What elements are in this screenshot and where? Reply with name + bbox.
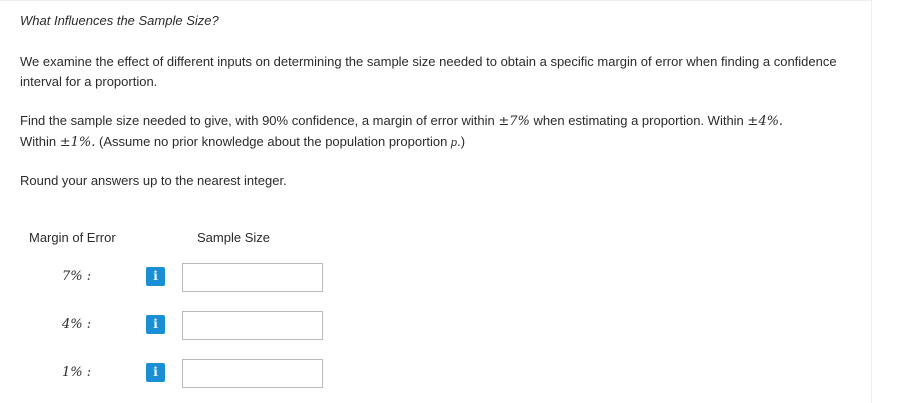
question-panel: What Influences the Sample Size? We exam… (0, 0, 872, 403)
instruction-text-5: .) (457, 134, 466, 149)
sample-size-input-4-percent[interactable] (182, 311, 323, 340)
instruction-text-4: (Assume no prior knowledge about the pop… (95, 134, 451, 149)
intro-paragraph: We examine the effect of different input… (20, 54, 837, 89)
sample-size-input-1-percent[interactable] (182, 359, 323, 388)
margin-value-3: 1%. (70, 135, 96, 150)
rounding-note: Round your answers up to the nearest int… (20, 173, 287, 188)
plus-minus-symbol: ± (498, 114, 510, 129)
row-label-4-percent: 4% : (62, 317, 92, 332)
margin-value-2: 4%. (758, 114, 784, 129)
info-icon[interactable]: i (146, 267, 165, 286)
row-label-1-percent: 1% : (62, 365, 92, 380)
info-icon[interactable]: i (146, 363, 165, 382)
instruction-text-2: when estimating a proportion. Within (529, 113, 748, 128)
row-label-7-percent: 7% : (62, 269, 92, 284)
instruction-paragraph: Find the sample size needed to give, wit… (20, 111, 850, 153)
sample-size-input-7-percent[interactable] (182, 263, 323, 292)
instruction-text-3: Within (20, 134, 60, 149)
margin-value-1: 7% (509, 114, 530, 129)
plus-minus-symbol: ± (747, 114, 759, 129)
instruction-text-1: Find the sample size needed to give, wit… (20, 113, 499, 128)
sample-size-header: Sample Size (197, 230, 270, 245)
margin-of-error-header: Margin of Error (29, 230, 116, 245)
info-icon[interactable]: i (146, 315, 165, 334)
question-title: What Influences the Sample Size? (20, 13, 219, 28)
plus-minus-symbol: ± (59, 135, 71, 150)
